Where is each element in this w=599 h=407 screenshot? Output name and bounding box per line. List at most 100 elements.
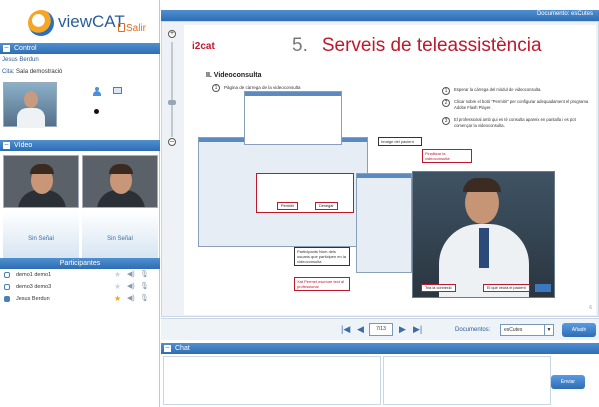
i2cat-logo-text: i2cat: [192, 41, 215, 52]
speaker-icon[interactable]: ◀): [127, 269, 135, 281]
microphone-icon[interactable]: 🎙: [140, 281, 149, 293]
microphone-icon[interactable]: 🎙: [140, 269, 149, 281]
main-area: Documento: esCutes + – i2cat 5. Serveis d…: [161, 0, 599, 407]
app-name: viewCAT: [58, 12, 125, 31]
slide-screenshot-loading: [244, 91, 342, 145]
slide-step-text: Clicar sobre el botó "Permitir" per conf…: [454, 99, 589, 110]
document-viewer: + – i2cat 5. Serveis de teleassistència I…: [161, 21, 599, 317]
doctor-hair: [463, 178, 501, 192]
send-button[interactable]: Enviar: [551, 375, 585, 389]
step-number-badge: 3: [442, 117, 450, 125]
chat-input[interactable]: [383, 356, 551, 405]
slide-patient-view-button: El que veurà el pacient: [483, 284, 530, 292]
add-document-button[interactable]: Añadir: [562, 323, 596, 337]
slide-page-marker: 6: [589, 305, 592, 311]
viewcat-logo-icon: [28, 10, 54, 36]
callout-participants: Participants Nom dels usuaris que partic…: [294, 247, 350, 266]
callout-patient-image: Imatge del pacient: [378, 137, 422, 146]
microphone-icon[interactable]: 🎙: [140, 293, 149, 305]
documents-select-value: esCutes: [504, 327, 523, 333]
logo-bar: viewCAT Salir: [0, 4, 160, 38]
slide-section-title: II. Videoconsulta: [206, 72, 262, 79]
slide-step-text: El professional amb qui es té consulta a…: [454, 117, 576, 128]
control-panel-header[interactable]: – Control: [0, 43, 160, 54]
page-indicator[interactable]: 7/13: [369, 323, 393, 336]
slide-screenshot-side: [356, 173, 412, 273]
zoom-control[interactable]: + –: [165, 30, 179, 150]
slide-title: 5. Serveis de teleassistència: [292, 35, 542, 57]
speaker-icon[interactable]: ◀): [127, 281, 135, 293]
local-camera-preview: [3, 82, 57, 128]
screen-share-icon[interactable]: [113, 87, 122, 94]
callout-finish: Finalitzar la videoconsulta: [422, 149, 472, 163]
control-site-value: Sala demostració: [16, 69, 63, 75]
user-icon: [4, 284, 10, 290]
document-page: i2cat 5. Serveis de teleassistència II. V…: [184, 25, 596, 315]
chevron-down-icon[interactable]: ▼: [544, 325, 553, 335]
speaker-icon[interactable]: ◀): [127, 293, 135, 305]
participants-panel-title: Participantes: [59, 260, 101, 267]
step-number-badge: 2: [442, 99, 450, 107]
last-page-icon[interactable]: ▶|: [413, 324, 422, 335]
document-header-bar: Documento: esCutes: [161, 10, 599, 21]
zoom-slider-handle[interactable]: [168, 100, 176, 105]
slide-close-button: Tria la connexió: [421, 284, 456, 292]
collapse-chat-icon[interactable]: –: [164, 344, 171, 352]
document-header-title: Documento: esCutes: [536, 11, 593, 17]
step-number-badge: 1: [212, 84, 220, 92]
participants-panel-header[interactable]: Participantes: [0, 258, 160, 269]
collapse-control-icon[interactable]: –: [3, 44, 10, 52]
collapse-video-icon[interactable]: –: [3, 141, 10, 149]
slide-blue-button: [535, 284, 551, 292]
star-icon[interactable]: ★: [114, 269, 121, 281]
exit-icon[interactable]: [118, 23, 125, 32]
slide-doctor-video: Tria la connexió El que veurà el pacient: [412, 171, 555, 298]
exit-button[interactable]: Salir: [126, 23, 146, 34]
left-sidebar: viewCAT Salir – Control Jesus Berdun Cit…: [0, 0, 160, 407]
slide-step-intro-text: Pàgina de càrrega de la videoconsulta: [224, 85, 301, 90]
slide-step: 3 El professional amb qui es té consulta…: [442, 117, 592, 129]
prev-page-icon[interactable]: ◀: [357, 324, 364, 335]
callout-chat: Xat Permet escriure text al professional: [294, 277, 350, 291]
pagination-bar: |◀ ◀ 7/13 ▶ ▶| Documentos: esCutes ▼ Aña…: [161, 318, 599, 340]
video-tile-2[interactable]: [82, 155, 158, 208]
preview-person-body: [17, 108, 45, 128]
star-icon[interactable]: ★: [114, 293, 121, 305]
flash-permit-button: Permitir: [277, 202, 299, 210]
control-user-name: Jesus Berdun: [2, 57, 39, 63]
star-icon[interactable]: ★: [114, 281, 121, 293]
slide-number: 5.: [292, 35, 308, 56]
person-icon[interactable]: [93, 87, 101, 96]
slide-step-text: Esperar la càrrega del mòdul de videocon…: [454, 87, 542, 92]
control-site: Cita: Sala demostració: [2, 69, 62, 75]
documents-select[interactable]: esCutes ▼: [500, 324, 554, 336]
participant-row[interactable]: demo1 demo1 ★ ◀) 🎙: [2, 269, 158, 281]
step-number-badge: 1: [442, 87, 450, 95]
no-signal-label-2: Sin Señal: [107, 236, 133, 242]
zoom-slider-track[interactable]: [171, 42, 173, 137]
video-panel-title: Vídeo: [14, 142, 33, 149]
video-tile-1[interactable]: [3, 155, 79, 208]
participant-row[interactable]: Jesus Berdun ★ ◀) 🎙: [2, 293, 158, 305]
slide-steps-list: 1 Esperar la càrrega del mòdul de videoc…: [442, 87, 592, 135]
participant-row[interactable]: demo3 demo3 ★ ◀) 🎙: [2, 281, 158, 293]
no-signal-label-1: Sin Señal: [28, 236, 54, 242]
participant-name: Jesus Berdun: [16, 296, 50, 302]
zoom-out-icon[interactable]: –: [168, 138, 176, 146]
app-window: viewCAT Salir – Control Jesus Berdun Cit…: [0, 0, 599, 407]
chat-panel-header[interactable]: – Chat: [161, 343, 599, 354]
participant-name: demo3 demo3: [16, 284, 52, 290]
zoom-in-icon[interactable]: +: [168, 30, 176, 38]
chat-log[interactable]: [163, 356, 381, 405]
documents-label: Documentos:: [455, 327, 491, 333]
next-page-icon[interactable]: ▶: [399, 324, 406, 335]
radio-selected-icon[interactable]: [94, 109, 99, 114]
flash-deny-button: Denegar: [315, 202, 338, 210]
user-icon: [4, 296, 10, 302]
doctor-tie: [479, 228, 489, 268]
slide-flash-dialog: Permitir Denegar: [256, 173, 354, 213]
slide-step: 1 Esperar la càrrega del mòdul de videoc…: [442, 87, 592, 95]
slide-title-text: Serveis de teleassistència: [321, 35, 542, 56]
video-panel-header[interactable]: – Vídeo: [0, 140, 160, 151]
first-page-icon[interactable]: |◀: [341, 324, 350, 335]
